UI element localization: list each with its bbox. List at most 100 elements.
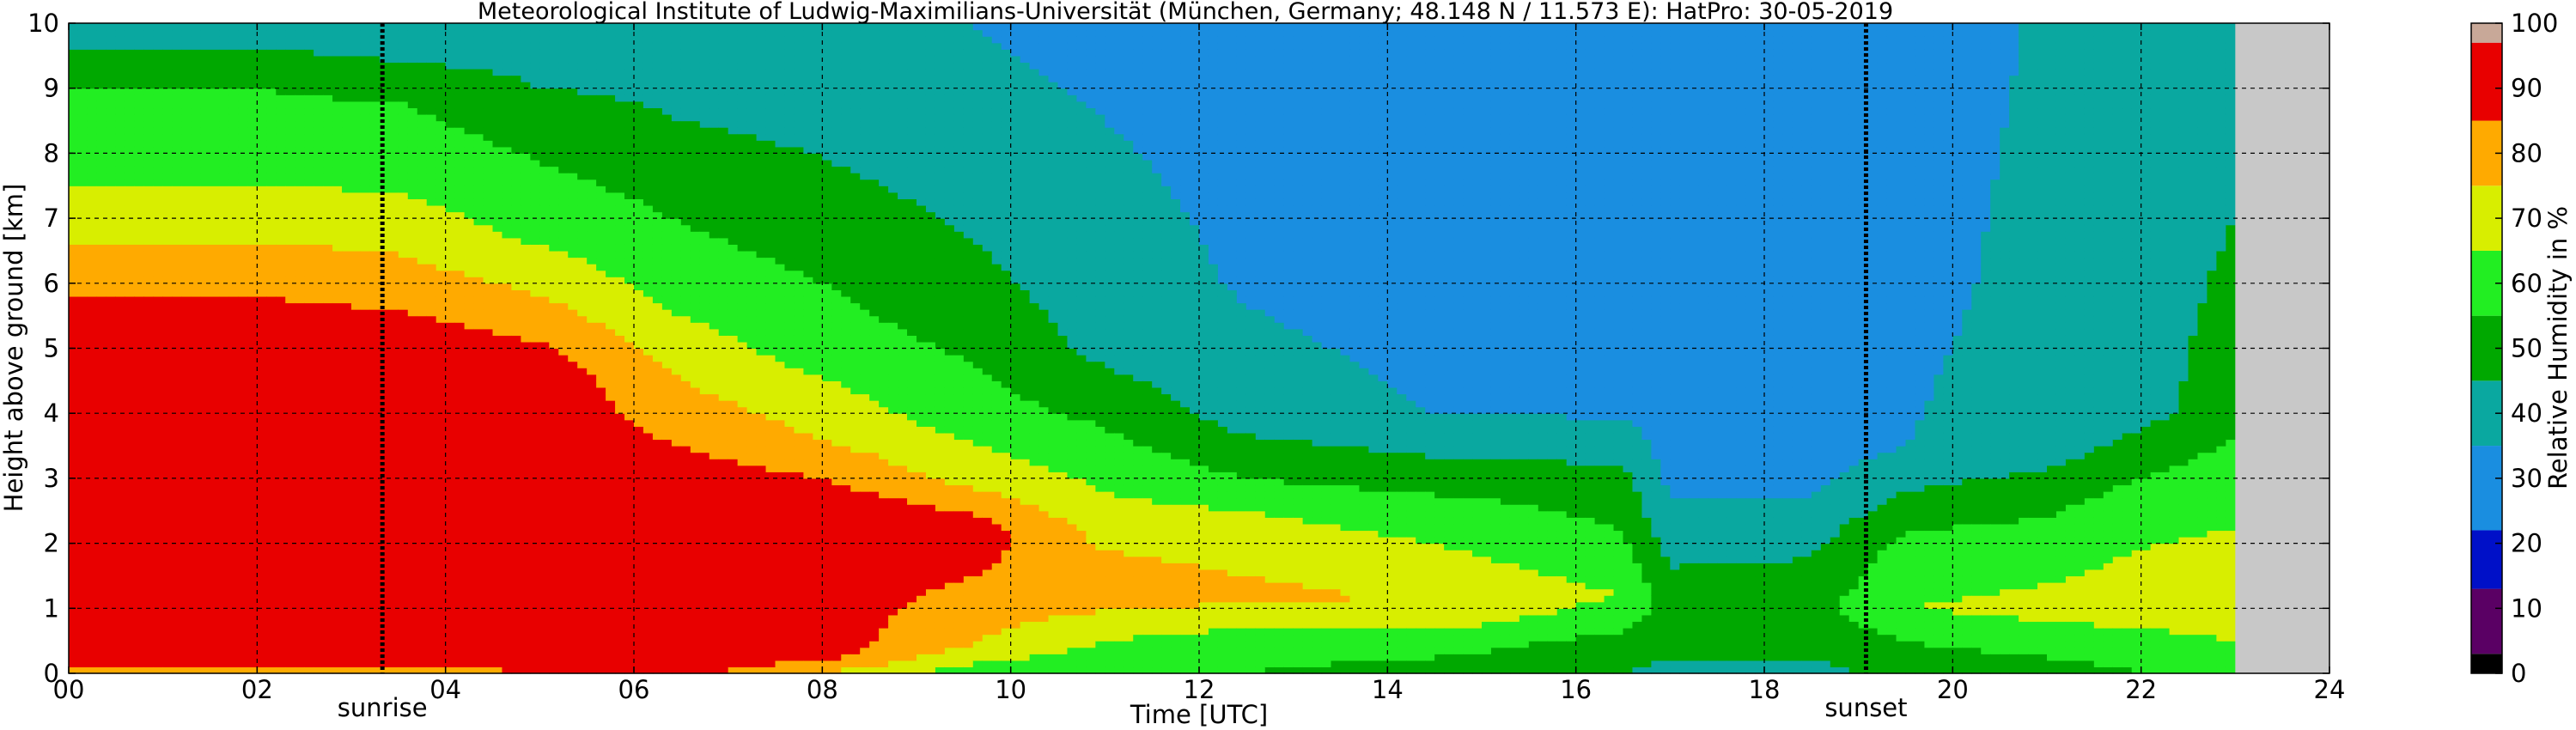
heatmap-cell <box>69 563 79 569</box>
heatmap-cell <box>154 179 164 186</box>
heatmap-cell <box>107 400 117 407</box>
heatmap-cell <box>219 471 229 478</box>
heatmap-cell <box>192 459 202 465</box>
heatmap-cell <box>88 342 98 349</box>
heatmap-cell <box>88 426 98 433</box>
heatmap-cell <box>210 537 221 544</box>
heatmap-cell <box>97 212 107 219</box>
heatmap-cell <box>201 56 211 63</box>
heatmap-cell <box>163 635 174 642</box>
heatmap-cell <box>97 238 107 245</box>
heatmap-cell <box>125 465 136 472</box>
heatmap-cell <box>228 173 239 179</box>
heatmap-cell <box>173 82 183 88</box>
heatmap-cell <box>107 329 117 336</box>
heatmap-cell <box>88 446 98 453</box>
heatmap-cell <box>219 205 229 212</box>
heatmap-cell <box>97 186 107 192</box>
heatmap-cell <box>201 615 211 622</box>
heatmap-cell <box>201 140 211 147</box>
heatmap-cell <box>210 225 221 232</box>
heatmap-cell <box>125 225 136 232</box>
heatmap-cell <box>228 393 239 400</box>
heatmap-cell <box>210 380 221 387</box>
heatmap-cell <box>78 283 88 290</box>
heatmap-cell <box>219 114 229 121</box>
heatmap-cell <box>125 342 136 349</box>
heatmap-cell <box>116 127 126 134</box>
heatmap-cell <box>173 648 183 654</box>
heatmap-cell <box>88 608 98 615</box>
heatmap-cell <box>210 140 221 147</box>
heatmap-cell <box>116 368 126 374</box>
heatmap-cell <box>192 355 202 362</box>
heatmap-cell <box>192 537 202 544</box>
heatmap-cell <box>88 380 98 387</box>
heatmap-cell <box>107 316 117 323</box>
heatmap-cell <box>192 160 202 167</box>
heatmap-cell <box>192 264 202 271</box>
heatmap-cell <box>69 244 79 251</box>
heatmap-cell <box>125 322 136 329</box>
heatmap-cell <box>219 251 229 258</box>
heatmap-cell <box>228 186 239 192</box>
heatmap-cell <box>107 198 117 205</box>
heatmap-cell <box>182 393 192 400</box>
heatmap-cell <box>182 544 192 551</box>
heatmap-cell <box>69 153 79 160</box>
heatmap-cell <box>88 491 98 498</box>
heatmap-cell <box>144 231 155 238</box>
heatmap-cell <box>97 368 107 374</box>
heatmap-cell <box>144 49 155 56</box>
heatmap-cell <box>107 82 117 88</box>
heatmap-cell <box>107 608 117 615</box>
heatmap-cell <box>154 160 164 167</box>
heatmap-cell <box>192 192 202 199</box>
heatmap-cell <box>163 198 174 205</box>
heatmap-cell <box>97 258 107 265</box>
heatmap-cell <box>78 186 88 192</box>
heatmap-cell <box>154 453 164 459</box>
heatmap-cell <box>210 465 221 472</box>
heatmap-cell <box>69 205 79 212</box>
heatmap-cell <box>228 524 239 531</box>
heatmap-cell <box>163 49 174 56</box>
heatmap-cell <box>182 550 192 557</box>
heatmap-cell <box>125 426 136 433</box>
heatmap-cell <box>116 349 126 356</box>
heatmap-cell <box>210 589 221 596</box>
heatmap-cell <box>210 218 221 225</box>
heatmap-cell <box>78 231 88 238</box>
heatmap-cell <box>144 349 155 356</box>
heatmap-cell <box>163 557 174 563</box>
heatmap-cell <box>88 413 98 420</box>
heatmap-cell <box>173 400 183 407</box>
heatmap-cell <box>201 557 211 563</box>
heatmap-cell <box>107 107 117 114</box>
heatmap-cell <box>144 264 155 271</box>
heatmap-cell <box>69 498 79 505</box>
heatmap-cell <box>201 628 211 635</box>
heatmap-cell <box>219 453 229 459</box>
heatmap-cell <box>125 277 136 283</box>
heatmap-cell <box>228 192 239 199</box>
heatmap-cell <box>97 322 107 329</box>
heatmap-cell <box>154 374 164 381</box>
heatmap-cell <box>107 660 117 667</box>
heatmap-cell <box>210 400 221 407</box>
heatmap-cell <box>219 550 229 557</box>
heatmap-cell <box>88 303 98 310</box>
heatmap-cell <box>163 478 174 485</box>
heatmap-cell <box>192 465 202 472</box>
heatmap-cell <box>69 641 79 648</box>
heatmap-cell <box>88 147 98 154</box>
heatmap-cell <box>107 478 117 485</box>
heatmap-cell <box>210 198 221 205</box>
heatmap-cell <box>192 62 202 69</box>
heatmap-cell <box>144 628 155 635</box>
heatmap-cell <box>107 615 117 622</box>
heatmap-cell <box>69 368 79 374</box>
heatmap-cell <box>228 635 239 642</box>
heatmap-cell <box>144 355 155 362</box>
heatmap-cell <box>201 400 211 407</box>
